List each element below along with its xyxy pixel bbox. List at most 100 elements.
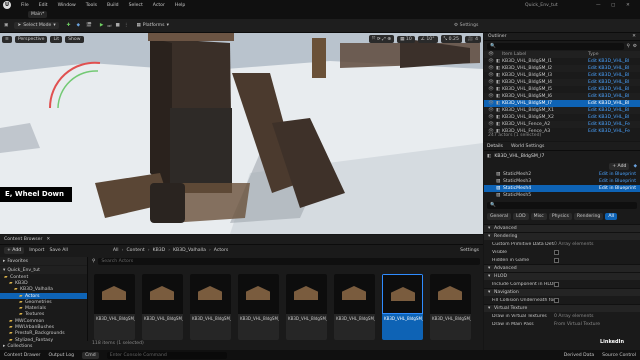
details-category[interactable]: ▾ Virtual Texture: [484, 304, 640, 312]
menu-item-edit[interactable]: Edit: [39, 3, 48, 8]
outliner-row[interactable]: 👁 ◧ KB3D_VHL_BldgSM_I1 Edit KB3D_VHL_Bl: [484, 58, 640, 65]
show-button[interactable]: Show: [65, 35, 84, 43]
viewport[interactable]: ≡ Perspective Lit Show ⤧ ⟳ ⤢ ⊕ ▦ 10 ∠ 10…: [0, 33, 483, 234]
component-row[interactable]: ▧ StaticMesh4 Edit in Blueprint: [484, 185, 640, 192]
asset-search[interactable]: Search Actors: [98, 258, 480, 265]
eye-icon[interactable]: 👁: [488, 66, 496, 71]
add-component-button[interactable]: + Add: [609, 163, 630, 170]
edit-in-blueprint-link[interactable]: Edit in Blueprint: [599, 179, 636, 184]
menu-item-help[interactable]: Help: [175, 3, 185, 8]
settings-icon[interactable]: ⚙ Settings: [454, 23, 478, 28]
cb-settings-button[interactable]: Settings: [460, 248, 479, 253]
content-drawer-button[interactable]: Content Drawer: [4, 353, 40, 358]
filter-icon[interactable]: ⚲: [627, 44, 630, 49]
menu-item-actor[interactable]: Actor: [153, 3, 165, 8]
eye-icon[interactable]: 👁: [488, 108, 496, 113]
eye-icon[interactable]: 👁: [488, 115, 496, 120]
breadcrumb-item[interactable]: All: [113, 248, 119, 253]
outliner-row[interactable]: 👁 ◧ KB3D_VHL_BldgSM_I3 Edit KB3D_VHL_Bl: [484, 72, 640, 79]
details-category[interactable]: ▾ Rendering: [484, 232, 640, 240]
lit-button[interactable]: Lit: [50, 35, 63, 43]
more-icon[interactable]: ⋮: [124, 23, 129, 28]
eye-icon[interactable]: 👁: [488, 122, 496, 127]
outliner-row-type[interactable]: Edit KB3D_VHL_Bl: [588, 94, 629, 99]
asset-tile[interactable]: KB3D_VHL_BldgSM_...: [142, 274, 183, 340]
eye-icon[interactable]: 👁: [488, 101, 496, 106]
property-value[interactable]: 0 Array elements: [554, 242, 594, 247]
edit-in-blueprint-link[interactable]: Edit in Blueprint: [599, 172, 636, 177]
eye-icon[interactable]: 👁: [488, 94, 496, 99]
filter-tab-misc[interactable]: Misc: [530, 213, 547, 220]
cinematics-icon[interactable]: 🎬: [86, 23, 92, 28]
platforms-button[interactable]: ▦ Platforms ▾: [136, 23, 168, 28]
stop-icon[interactable]: ■: [116, 23, 120, 28]
asset-tile[interactable]: KB3D_VHL_BldgSM_...: [238, 274, 279, 340]
details-category[interactable]: ▾ Advanced: [484, 224, 640, 232]
outliner-row-type[interactable]: Edit KB3D_VHL_Bl: [588, 73, 629, 78]
details-category[interactable]: ▾ HLOD: [484, 272, 640, 280]
component-row[interactable]: ▧ StaticMesh3 Edit in Blueprint: [484, 178, 640, 185]
asset-tile[interactable]: KB3D_VHL_BldgSM_...: [286, 274, 327, 340]
step-icon[interactable]: ⏭: [107, 23, 111, 29]
component-row[interactable]: ▧ StaticMesh2 Edit in Blueprint: [484, 171, 640, 178]
transform-tools[interactable]: ⤧ ⟳ ⤢ ⊕: [368, 35, 395, 43]
perspective-button[interactable]: Perspective: [14, 35, 48, 43]
component-row[interactable]: ▧ StaticMesh5: [484, 192, 640, 199]
add-actor-icon[interactable]: ✚: [67, 23, 71, 28]
actor-name[interactable]: KB3D_VHL_BldgSM_I7: [494, 154, 544, 159]
asset-tile[interactable]: KB3D_VHL_BldgSM_...: [430, 274, 471, 340]
eye-icon[interactable]: 👁: [488, 80, 496, 85]
cb-add-button[interactable]: + Add: [4, 247, 25, 254]
property-value[interactable]: From Virtual Texture: [554, 322, 600, 327]
scale-snap[interactable]: ⤡ 0.25: [440, 35, 462, 43]
blueprint-icon[interactable]: ◆: [633, 164, 637, 169]
filter-tab-rendering[interactable]: Rendering: [573, 213, 604, 220]
select-mode-button[interactable]: ➤ Select Mode ▾: [14, 22, 59, 29]
col-type[interactable]: Type: [588, 52, 599, 57]
cb-save-all-button[interactable]: Save All: [49, 248, 67, 253]
outliner-row-type[interactable]: Edit KB3D_VHL_Fe: [588, 122, 630, 127]
play-icon[interactable]: ▶: [100, 23, 104, 28]
filter-icon[interactable]: ⚲: [92, 259, 95, 264]
favorites-row[interactable]: ▸ Favorites: [0, 257, 87, 265]
outliner-row[interactable]: 👁 ◧ KB3D_VHL_BldgSM_I7 Edit KB3D_VHL_Bl: [484, 100, 640, 107]
outliner-row[interactable]: 👁 ◧ KB3D_VHL_Fence_A2 Edit KB3D_VHL_Fe: [484, 121, 640, 128]
outliner-search[interactable]: 🔍: [487, 42, 624, 50]
outliner-row-type[interactable]: Edit KB3D_VHL_Bl: [588, 101, 629, 106]
filter-tab-general[interactable]: General: [487, 213, 512, 220]
checkbox[interactable]: [554, 257, 559, 263]
filter-tab-lod[interactable]: LOD: [513, 213, 529, 220]
outliner-row[interactable]: 👁 ◧ KB3D_VHL_BldgSM_X1 Edit KB3D_VHL_Bl: [484, 107, 640, 114]
checkbox[interactable]: [554, 297, 559, 303]
breadcrumb-item[interactable]: Actors: [214, 248, 228, 253]
menu-item-select[interactable]: Select: [129, 3, 143, 8]
output-log-button[interactable]: Output Log: [48, 353, 74, 358]
edit-in-blueprint-link[interactable]: Edit in Blueprint: [599, 186, 636, 191]
grid-snap[interactable]: ▦ 10: [397, 35, 415, 43]
camera-speed[interactable]: 🎥 4: [464, 35, 481, 43]
cmd-dropdown[interactable]: Cmd: [82, 351, 99, 359]
tab-world-settings[interactable]: World Settings: [511, 144, 544, 149]
outliner-row-type[interactable]: Edit KB3D_VHL_Bl: [588, 108, 629, 113]
filter-tab-all[interactable]: All: [605, 213, 618, 220]
details-category[interactable]: ▾ Navigation: [484, 288, 640, 296]
outliner-row-type[interactable]: Edit KB3D_VHL_Bl: [588, 66, 629, 71]
filter-tab-physics[interactable]: Physics: [548, 213, 572, 220]
asset-tile[interactable]: KB3D_VHL_BldgSM_...: [334, 274, 375, 340]
outliner-row[interactable]: 👁 ◧ KB3D_VHL_BldgSM_I2 Edit KB3D_VHL_Bl: [484, 65, 640, 72]
breadcrumb-item[interactable]: KB3D: [153, 248, 166, 253]
outliner-row[interactable]: 👁 ◧ KB3D_VHL_BldgSM_I5 Edit KB3D_VHL_Bl: [484, 86, 640, 93]
property-value[interactable]: 0 Array elements: [554, 314, 594, 319]
breadcrumb-item[interactable]: Content: [126, 248, 144, 253]
rotation-gizmo[interactable]: [40, 53, 110, 113]
breadcrumb-item[interactable]: KB3D_Valhalla: [173, 248, 206, 253]
eye-icon[interactable]: 👁: [488, 59, 496, 64]
checkbox[interactable]: [554, 249, 559, 255]
details-search[interactable]: 🔍: [487, 202, 637, 209]
eye-icon[interactable]: 👁: [488, 73, 496, 78]
outliner-row[interactable]: 👁 ◧ KB3D_VHL_BldgSM_I6 Edit KB3D_VHL_Bl: [484, 93, 640, 100]
col-item-label[interactable]: Item Label: [502, 52, 588, 57]
outliner-row-type[interactable]: Edit KB3D_VHL_Bl: [588, 59, 629, 64]
minimize-icon[interactable]: —: [596, 3, 601, 8]
viewport-menu-button[interactable]: ≡: [2, 35, 12, 43]
